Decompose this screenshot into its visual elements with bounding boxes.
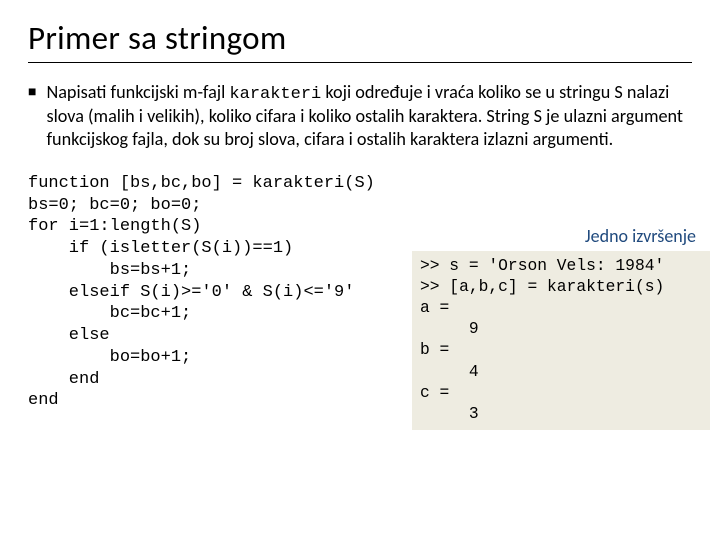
code-area: function [bs,bc,bo] = karakteri(S) bs=0;… bbox=[0, 151, 720, 412]
output-box: >> s = 'Orson Vels: 1984' >> [a,b,c] = k… bbox=[412, 251, 710, 430]
output-label: Jedno izvršenje bbox=[585, 225, 696, 247]
bullet-part1: Napisati funkcijski m-fajl bbox=[46, 81, 229, 103]
bullet-item: ■ Napisati funkcijski m-fajl karakteri k… bbox=[0, 63, 720, 151]
bullet-code-word: karakteri bbox=[229, 85, 321, 104]
slide-title: Primer sa stringom bbox=[0, 0, 720, 58]
bullet-square-icon: ■ bbox=[28, 81, 46, 151]
bullet-text: Napisati funkcijski m-fajl karakteri koj… bbox=[46, 81, 698, 151]
